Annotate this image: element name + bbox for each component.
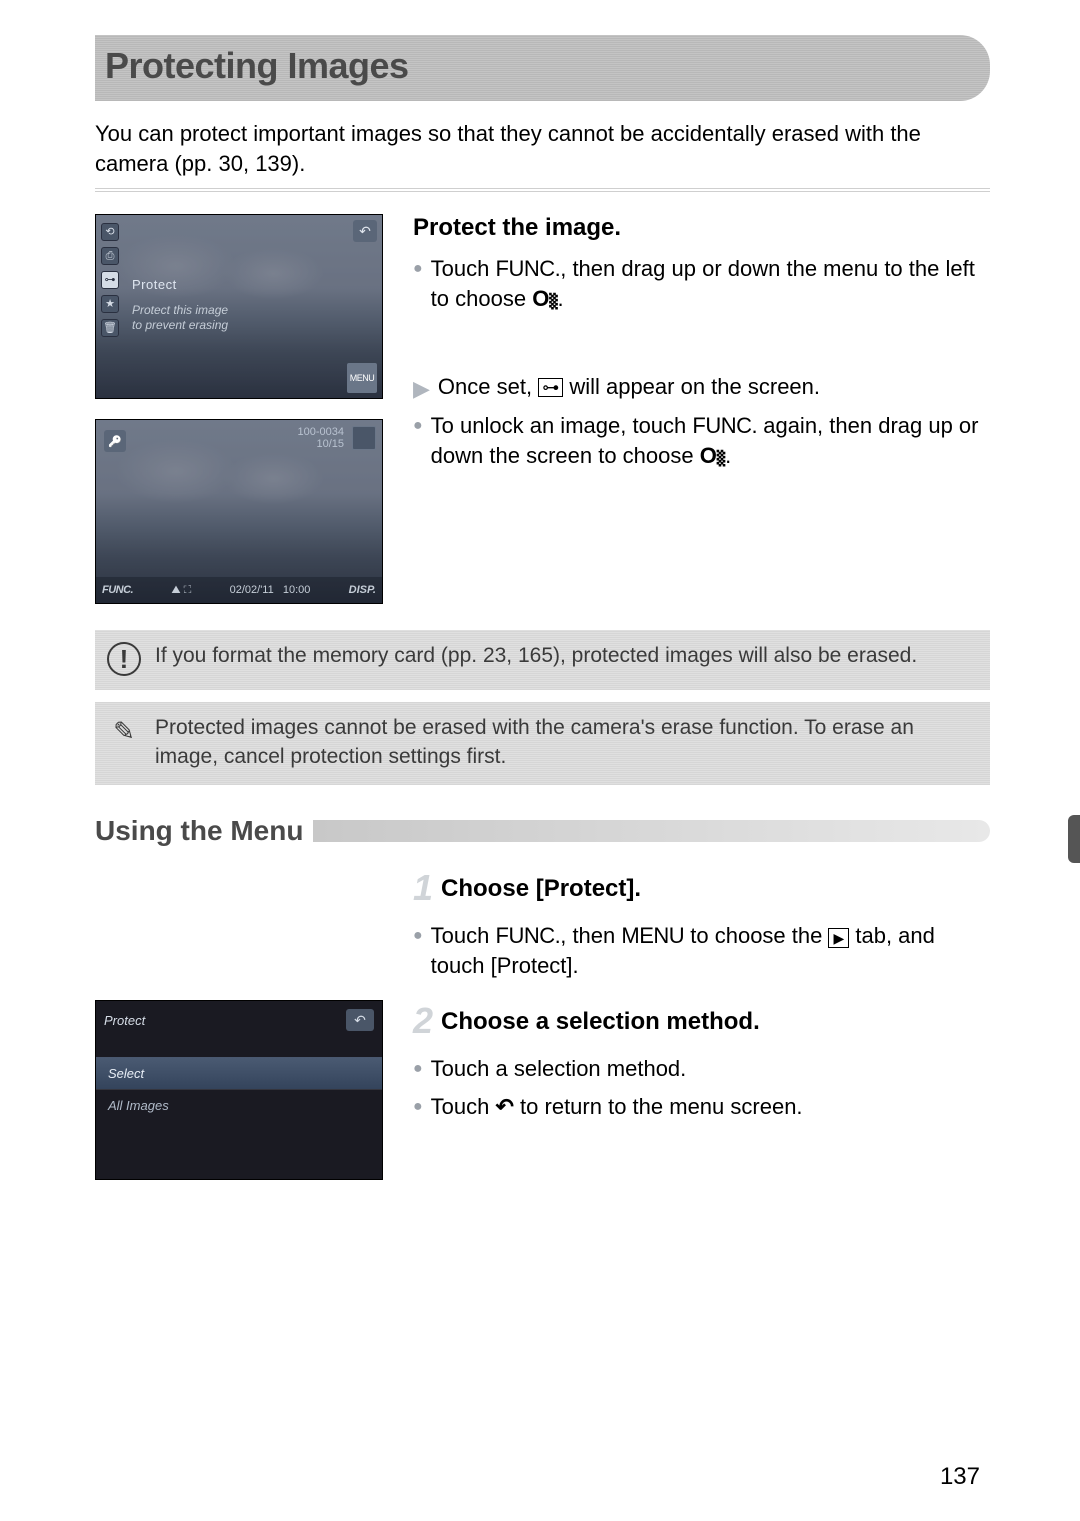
ss-icon-print: ⎙ xyxy=(101,247,119,265)
func-label: FUNC. xyxy=(496,256,561,281)
ss-menu-button: MENU xyxy=(347,363,377,393)
ss3-menu-item-all: All Images xyxy=(96,1089,382,1121)
chapter-title: Protecting Images xyxy=(105,45,970,87)
ss-date: 02/02/'11 xyxy=(230,584,274,596)
page-number: 137 xyxy=(940,1463,980,1491)
result-arrow-icon: ▶ xyxy=(413,374,430,404)
ss-icon-trash: 🗑 xyxy=(101,319,119,337)
instruction-bullet: ● Touch FUNC., then drag up or down the … xyxy=(413,254,990,313)
camera-screenshot-func-menu: ⟲ ⎙ ⊶ ★ 🗑 ↶ Protect Protect this image t… xyxy=(95,214,383,399)
chapter-title-bar: Protecting Images xyxy=(95,35,990,101)
step-heading-protect: Protect the image. xyxy=(413,214,990,242)
bullet-icon: ● xyxy=(413,258,423,313)
instruction-result: ▶ Once set, ⊶ will appear on the screen. xyxy=(413,372,990,404)
protect-off-icon: O␩ xyxy=(700,441,725,471)
note-text: Protected images cannot be erased with t… xyxy=(155,714,974,771)
warning-icon: ! xyxy=(107,642,141,676)
section-header: Using the Menu xyxy=(95,815,990,847)
protect-on-icon: O␩ xyxy=(532,284,557,314)
camera-screenshot-playback: 100-0034 10/15 FUNC. ⛰ ⛶ 02/02/'11 10:00… xyxy=(95,419,383,604)
ss-back-icon: ↶ xyxy=(353,220,377,242)
ss-icon-protect: ⊶ xyxy=(101,271,119,289)
step-number-2: 2 xyxy=(413,1000,433,1041)
ss3-title: Protect xyxy=(104,1013,145,1028)
ss3-back-icon: ↶ xyxy=(346,1009,374,1031)
warning-callout: ! If you format the memory card (pp. 23,… xyxy=(95,630,990,690)
bullet-icon: ● xyxy=(413,925,423,980)
return-icon: ↶ xyxy=(496,1094,514,1119)
ss-menu-label: Protect xyxy=(132,277,177,292)
instruction-bullet: ● Touch FUNC., then MENU to choose the ▶… xyxy=(413,921,990,980)
step-heading-choose-protect: 1Choose [Protect]. xyxy=(413,867,990,909)
ss-menu-caption: Protect this image to prevent erasing xyxy=(132,303,228,332)
ss-protect-badge-icon xyxy=(104,430,126,452)
step-heading-selection-method: 2Choose a selection method. xyxy=(413,1000,990,1042)
camera-screenshot-protect-menu: Protect ↶ Select All Images xyxy=(95,1000,383,1180)
instruction-bullet: ● Touch a selection method. xyxy=(413,1054,990,1084)
instruction-bullet: ● Touch ↶ to return to the menu screen. xyxy=(413,1092,990,1122)
ss-gps-icon: ⛰ ⛶ xyxy=(171,584,191,597)
func-label: FUNC. xyxy=(496,923,561,948)
protect-indicator-icon: ⊶ xyxy=(538,378,563,397)
bullet-icon: ● xyxy=(413,1096,423,1122)
intro-paragraph: You can protect important images so that… xyxy=(95,119,990,178)
menu-label: MENU xyxy=(621,923,684,948)
section-title: Using the Menu xyxy=(95,815,313,847)
bullet-icon: ● xyxy=(413,1058,423,1084)
bullet-icon: ● xyxy=(413,415,423,470)
divider xyxy=(95,188,990,192)
ss-thumbnail-icon xyxy=(352,426,376,450)
playback-tab-icon: ▶ xyxy=(828,928,849,948)
note-callout: ✎ Protected images cannot be erased with… xyxy=(95,702,990,785)
warning-text: If you format the memory card (pp. 23, 1… xyxy=(155,642,917,670)
ss-time: 10:00 xyxy=(283,584,311,596)
ss-file-info: 100-0034 10/15 xyxy=(298,426,345,450)
thumb-index-tab xyxy=(1068,815,1080,863)
ss-icon-rotate: ⟲ xyxy=(101,223,119,241)
ss-disp-label: DISP. xyxy=(349,584,376,596)
ss-icon-favorite: ★ xyxy=(101,295,119,313)
step-number-1: 1 xyxy=(413,867,433,908)
ss-func-label: FUNC. xyxy=(102,584,133,596)
ss3-menu-item-select: Select xyxy=(96,1057,382,1089)
func-label: FUNC. xyxy=(692,413,757,438)
note-icon: ✎ xyxy=(107,714,141,748)
instruction-bullet: ● To unlock an image, touch FUNC. again,… xyxy=(413,411,990,470)
